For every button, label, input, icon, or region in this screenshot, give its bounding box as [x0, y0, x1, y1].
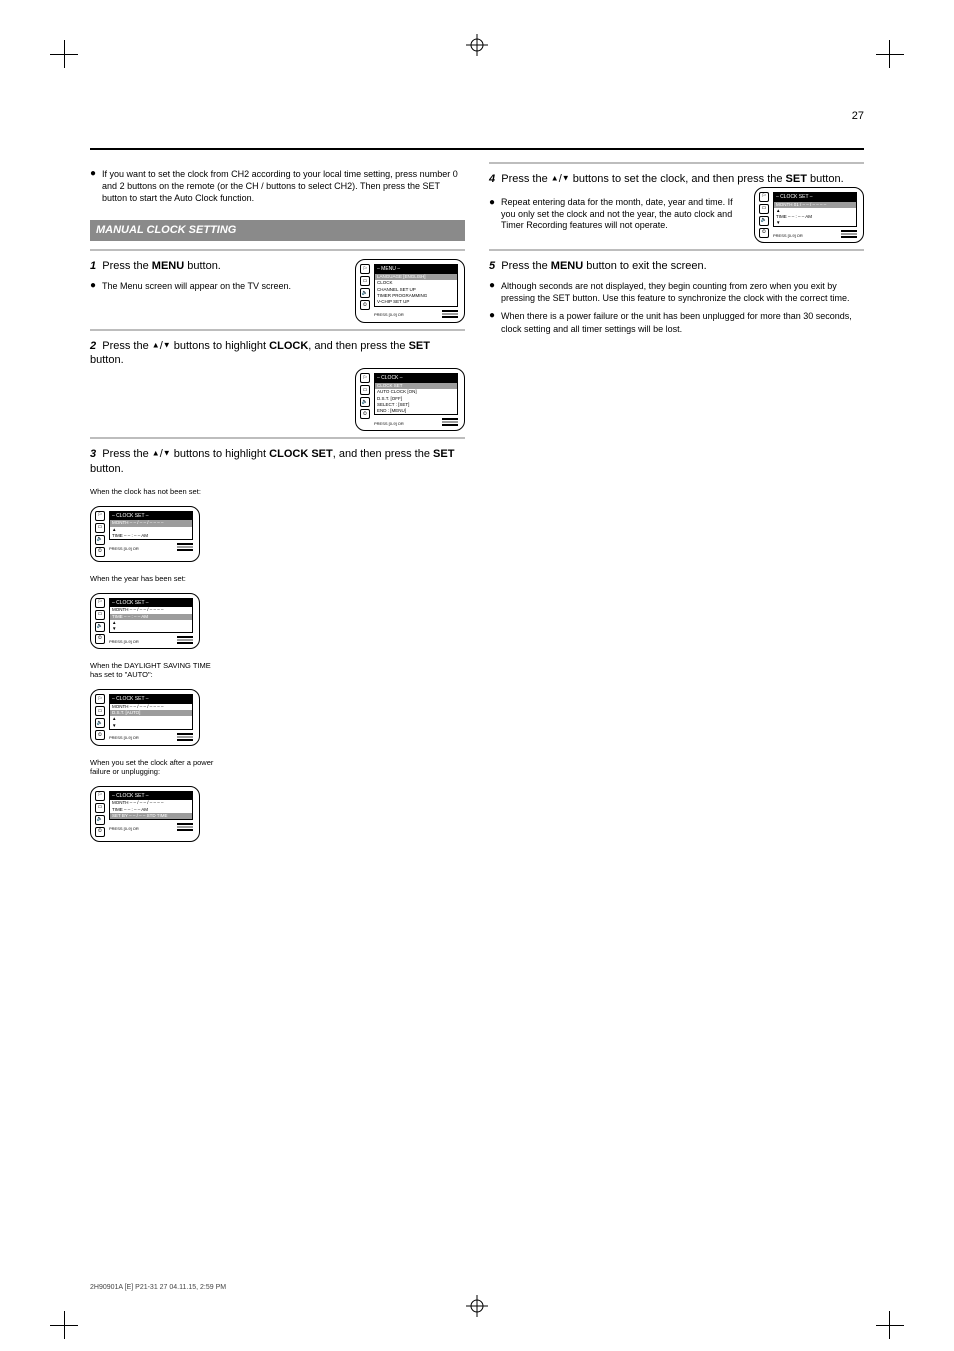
left-column: ● If you want to set the clock from CH2 … — [90, 156, 465, 846]
step1-note: The Menu screen will appear on the TV sc… — [102, 280, 347, 292]
bullet-icon: ● — [489, 310, 495, 334]
step4-heading: 4 Press the ▲/▼ buttons to set the clock… — [489, 172, 864, 187]
tv-figure-clockset-d: ⚐▭🔈⏲ – CLOCK SET – MONTH – – / – – / – –… — [90, 786, 200, 842]
tv-figure-step4: ⚐▭🔈⏲ – CLOCK SET – MONTH 01 / – – / – – … — [754, 187, 864, 243]
intro-note: If you want to set the clock from CH2 ac… — [102, 168, 465, 204]
step5-note1: Although seconds are not displayed, they… — [501, 280, 864, 304]
tv3a-caption: When the clock has not been set: — [90, 487, 220, 496]
step4-note: Repeat entering data for the month, date… — [501, 197, 746, 232]
rect-icon: ▭ — [360, 276, 370, 286]
page-number: 27 — [852, 110, 864, 122]
step1-heading: 1 Press the MENU button. — [90, 259, 347, 274]
triangle-down-icon: ▼ — [163, 340, 171, 349]
rect-icon: ▭ — [360, 385, 370, 395]
step5-note2: When there is a power failure or the uni… — [501, 310, 864, 334]
tv-figure-clockset-b: ⚐▭🔈⏲ – CLOCK SET – MONTH – – / – – / – –… — [90, 593, 200, 649]
bullet-icon: ● — [90, 168, 96, 204]
triangle-up-icon: ▲ — [152, 340, 160, 349]
bullet-icon: ● — [489, 280, 495, 304]
tv-figure-clock: ⚐ ▭ 🔈 ⏲ – CLOCK – CLOCK SET AUTO CLOCK [… — [355, 368, 465, 431]
footer-note: 2H90901A [E] P21-31 27 04.11.15, 2:59 PM — [90, 1284, 226, 1291]
clock-icon: ⏲ — [360, 409, 370, 419]
registration-mark-top — [466, 34, 488, 56]
tv-figure-clockset-c: ⚐▭🔈⏲ – CLOCK SET – MONTH – – / – – / – –… — [90, 689, 200, 745]
remote-hint: PRESS [0-9] OR — [374, 422, 404, 426]
tv3b-caption: When the year has been set: — [90, 574, 220, 583]
step5-heading: 5 Press the MENU button to exit the scre… — [489, 259, 864, 274]
top-rule — [90, 148, 864, 150]
tv-figure-menu: ⚐ ▭ 🔈 ⏲ – MENU – LANGUAGE [ENGLISH] CLOC… — [355, 259, 465, 322]
bars-icon — [442, 310, 458, 318]
right-column: 4 Press the ▲/▼ buttons to set the clock… — [489, 156, 864, 846]
tv-figure-clockset-a: ⚐▭🔈⏲ – CLOCK SET – MONTH – – / – – / – –… — [90, 506, 200, 562]
flag-icon: ⚐ — [360, 373, 370, 383]
speaker-icon: 🔈 — [360, 288, 370, 298]
bullet-icon: ● — [489, 197, 495, 232]
section-title: MANUAL CLOCK SETTING — [90, 220, 465, 241]
clock-icon: ⏲ — [360, 300, 370, 310]
remote-hint: PRESS [0-9] OR — [374, 313, 404, 317]
registration-mark-bottom — [466, 1295, 488, 1317]
speaker-icon: 🔈 — [360, 397, 370, 407]
bullet-icon: ● — [90, 280, 96, 292]
tv3c-caption: When the DAYLIGHT SAVING TIME has set to… — [90, 661, 220, 679]
step2-heading: 2 Press the ▲/▼ buttons to highlight CLO… — [90, 339, 465, 369]
tv3d-caption: When you set the clock after a power fai… — [90, 758, 220, 776]
flag-icon: ⚐ — [360, 264, 370, 274]
step3-heading: 3 Press the ▲/▼ buttons to highlight CLO… — [90, 447, 465, 477]
